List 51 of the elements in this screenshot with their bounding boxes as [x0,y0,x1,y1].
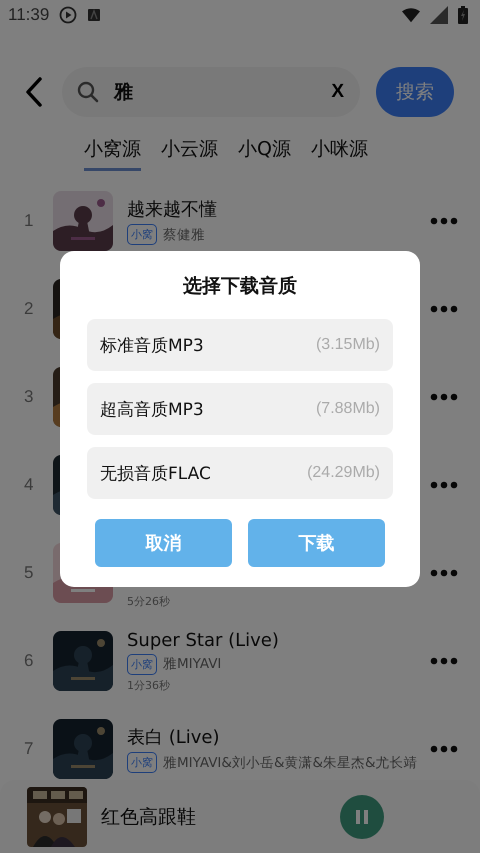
quality-label: 超高音质MP3 [100,398,204,420]
more-icon[interactable] [430,657,458,665]
status-time: 11:39 [8,5,50,25]
rank-number: 3 [24,387,34,407]
search-field[interactable]: 雅 X [62,67,360,117]
artist-name: 雅MIYAVI&刘小岳&黄潇&朱星杰&尤长靖 [163,754,418,772]
battery-icon [458,6,468,24]
file-size: (3.15Mb) [316,336,380,354]
source-badge: 小窝 [127,654,157,674]
source-tab[interactable]: 小Q源 [238,131,291,171]
rank-number: 4 [24,475,34,495]
rank-number: 5 [24,563,34,583]
song-duration: 5分26秒 [127,594,171,608]
artist-name: 雅MIYAVI [163,655,222,673]
quality-option[interactable]: 超高音质MP3 (7.88Mb) [87,383,393,435]
search-icon [76,80,100,104]
clear-button[interactable]: X [329,81,346,103]
quality-option[interactable]: 无损音质FLAC (24.29Mb) [87,447,393,499]
song-duration: 1分36秒 [127,678,171,692]
quality-label: 无损音质FLAC [100,462,211,484]
signal-icon [430,6,448,24]
more-icon[interactable] [430,481,458,489]
quality-option[interactable]: 标准音质MP3 (3.15Mb) [87,319,393,371]
source-badge: 小窝 [127,752,157,773]
wifi-icon [402,6,420,24]
rank-number: 6 [24,651,34,671]
rank-number: 1 [24,211,34,231]
now-playing-title: 红色高跟鞋 [101,804,196,830]
play-circle-icon [59,6,78,24]
source-badge: 小窝 [127,224,157,245]
rank-number: 2 [24,299,34,319]
song-title: 表白 (Live) [127,726,221,749]
more-icon[interactable] [430,305,458,313]
source-tab[interactable]: 小咪源 [310,131,368,171]
source-tab[interactable]: 小窝源 [84,131,141,171]
song-title: Super Star (Live) [127,630,280,650]
search-button[interactable]: 搜索 [376,67,454,117]
file-size: (7.88Mb) [316,400,380,418]
artist-name: 蔡健雅 [163,226,205,244]
more-icon[interactable] [430,569,458,577]
keyboard-icon [87,8,102,22]
more-icon[interactable] [430,745,458,753]
quality-label: 标准音质MP3 [100,334,204,356]
rank-number: 7 [24,739,34,759]
song-title: 越来越不懂 [127,198,218,221]
dialog-title: 选择下载音质 [183,274,297,299]
search-text: 雅 [114,80,134,105]
more-icon[interactable] [430,217,458,225]
more-icon[interactable] [430,393,458,401]
source-tab[interactable]: 小云源 [161,131,218,171]
file-size: (24.29Mb) [307,464,380,482]
